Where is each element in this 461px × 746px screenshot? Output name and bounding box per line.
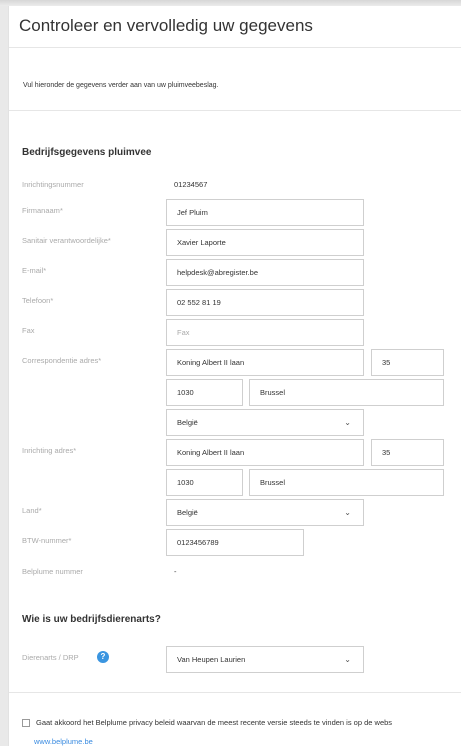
correspondentie-adres-label-text: Correspondentie adres — [22, 356, 99, 365]
corr-city-input[interactable]: Brussel — [249, 379, 444, 406]
privacy-consent-checkbox[interactable] — [22, 719, 30, 727]
corr-number-input[interactable]: 35 — [371, 349, 444, 376]
section-title-vet: Wie is uw bedrijfsdierenarts? — [22, 614, 161, 625]
required-marker: * — [43, 266, 47, 275]
btw-label-text: BTW-nummer — [22, 536, 69, 545]
email-label: E-mail* — [22, 266, 46, 275]
firmanaam-input[interactable]: Jef Pluim — [166, 199, 364, 226]
sanitair-input[interactable]: Xavier Laporte — [166, 229, 364, 256]
corr-country-select[interactable]: België ⌄ — [166, 409, 364, 436]
telefoon-label: Telefoon* — [22, 296, 53, 305]
required-marker: * — [107, 236, 111, 245]
required-marker: * — [59, 206, 63, 215]
inr-number-input[interactable]: 35 — [371, 439, 444, 466]
fax-label: Fax — [22, 326, 35, 335]
inrichting-adres-label: Inrichting adres* — [22, 446, 76, 455]
inrichtingsnummer-label-text: Inrichtingsnummer — [22, 180, 84, 189]
sanitair-label: Sanitair verantwoordelijke* — [22, 236, 111, 245]
belplume-label: Belplume nummer — [22, 567, 83, 576]
privacy-consent-text: Gaat akkoord het Belplume privacy beleid… — [36, 718, 393, 727]
chevron-down-icon: ⌄ — [344, 655, 351, 664]
required-marker: * — [50, 296, 54, 305]
divider — [9, 47, 461, 48]
inrichtingsnummer-label: Inrichtingsnummer — [22, 180, 84, 189]
email-label-text: E-mail — [22, 266, 44, 275]
page-title: Controleer en vervolledig uw gegevens — [19, 16, 313, 35]
sanitair-label-text: Sanitair verantwoordelijke — [22, 236, 108, 245]
firmanaam-label: Firmanaam* — [22, 206, 63, 215]
firmanaam-label-text: Firmanaam — [22, 206, 60, 215]
inr-street-input[interactable]: Koning Albert II laan — [166, 439, 364, 466]
telefoon-label-text: Telefoon — [22, 296, 51, 305]
email-input[interactable]: helpdesk@abregister.be — [166, 259, 364, 286]
belplume-label-text: Belplume nummer — [22, 567, 83, 576]
land-label-text: Land — [22, 506, 39, 515]
section-title-company: Bedrijfsgegevens pluimvee — [22, 147, 152, 158]
fax-label-text: Fax — [22, 326, 35, 335]
required-marker: * — [98, 356, 102, 365]
inrichtingsnummer-value: 01234567 — [174, 180, 208, 189]
required-marker: * — [73, 446, 77, 455]
help-icon[interactable]: ? — [97, 651, 109, 663]
belplume-value: - — [174, 567, 177, 576]
chevron-down-icon: ⌄ — [344, 418, 351, 427]
inr-postcode-input[interactable]: 1030 — [166, 469, 243, 496]
chevron-down-icon: ⌄ — [344, 508, 351, 517]
fax-input[interactable]: Fax — [166, 319, 364, 346]
required-marker: * — [68, 536, 72, 545]
inr-city-input[interactable]: Brussel — [249, 469, 444, 496]
dierenarts-select[interactable]: Van Heupen Laurien ⌄ — [166, 646, 364, 673]
intro-text: Vul hieronder de gegevens verder aan van… — [23, 82, 219, 89]
land-select[interactable]: België ⌄ — [166, 499, 364, 526]
land-label: Land* — [22, 506, 42, 515]
inrichting-adres-label-text: Inrichting adres — [22, 446, 74, 455]
corr-postcode-input[interactable]: 1030 — [166, 379, 243, 406]
land-value: België — [177, 508, 198, 517]
btw-label: BTW-nummer* — [22, 536, 71, 545]
corr-street-input[interactable]: Koning Albert II laan — [166, 349, 364, 376]
corr-country-value: België — [177, 418, 198, 427]
divider — [9, 692, 461, 693]
correspondentie-adres-label: Correspondentie adres* — [22, 356, 101, 365]
telefoon-input[interactable]: 02 552 81 19 — [166, 289, 364, 316]
dierenarts-value: Van Heupen Laurien — [177, 655, 246, 664]
belplume-link[interactable]: www.belplume.be — [34, 737, 93, 746]
form-card: Controleer en vervolledig uw gegevens Vu… — [8, 6, 461, 746]
btw-input[interactable]: 0123456789 — [166, 529, 304, 556]
dierenarts-label: Dierenarts / DRP — [22, 653, 79, 662]
required-marker: * — [38, 506, 42, 515]
divider — [9, 110, 461, 111]
